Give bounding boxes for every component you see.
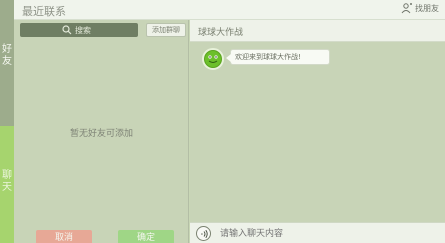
chat-title: 球球大作战	[198, 28, 244, 38]
sidebar-tab-chat-label: 聊 天	[2, 170, 12, 193]
speaker-icon	[200, 229, 208, 238]
voice-button[interactable]	[196, 226, 211, 241]
contacts-panel: 搜索 添加群聊 暂无好友可添加 取消 确定	[14, 20, 189, 243]
title-bar: 最近联系 找朋友	[14, 0, 445, 20]
find-friend-label: 找朋友	[415, 4, 439, 13]
chat-input-bar	[190, 222, 445, 243]
chat-header: 球球大作战	[190, 20, 445, 42]
sidebar-tab-friends[interactable]: 好 友	[0, 44, 14, 68]
confirm-button[interactable]: 确定	[118, 230, 174, 243]
left-sidebar: 好 友 聊 天	[0, 0, 14, 243]
search-icon	[62, 25, 72, 35]
search-placeholder: 搜索	[75, 25, 91, 35]
chat-message-input[interactable]	[220, 225, 440, 242]
chat-message-bubble: 欢迎来到球球大作战!	[226, 49, 330, 65]
search-row: 搜索 添加群聊	[20, 23, 186, 37]
find-friend-button[interactable]: 找朋友	[401, 3, 439, 14]
add-group-chat-button[interactable]: 添加群聊	[146, 23, 186, 37]
empty-friends-message: 暂无好友可添加	[69, 129, 133, 139]
search-input[interactable]: 搜索	[20, 23, 138, 37]
avatar[interactable]	[202, 48, 224, 70]
chat-panel: 球球大作战 欢迎来到球球大作战!	[190, 20, 445, 243]
cancel-button[interactable]: 取消	[36, 230, 92, 243]
page-title: 最近联系	[22, 5, 66, 18]
user-icon	[401, 3, 412, 14]
green-blob-avatar-icon	[205, 51, 221, 67]
